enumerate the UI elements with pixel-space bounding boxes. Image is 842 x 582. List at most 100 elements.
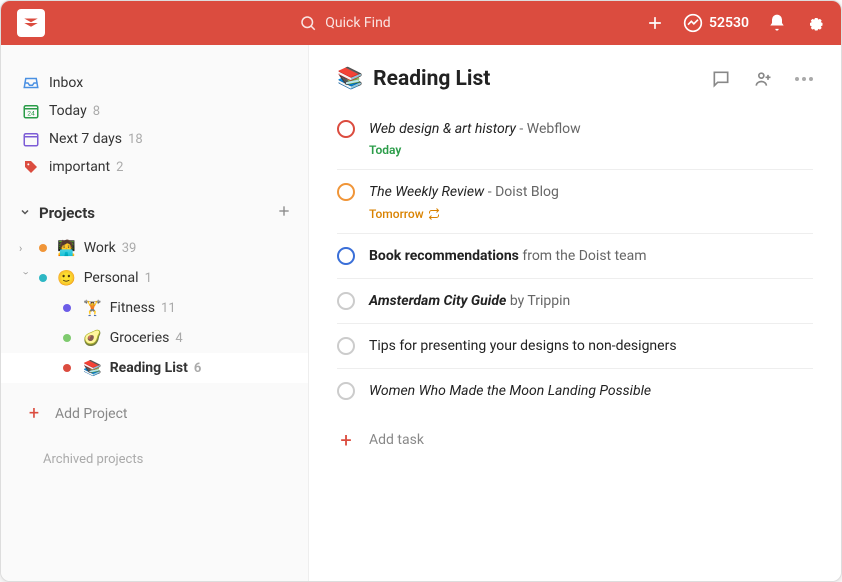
add-task-button[interactable]: + Add task	[337, 414, 813, 466]
project-color-dot	[39, 274, 47, 282]
task-content: The Weekly Review - Doist Blog Tomorrow	[369, 182, 813, 220]
calendar-icon	[21, 130, 41, 148]
app-logo[interactable]	[17, 9, 45, 37]
sidebar-important[interactable]: important 2	[1, 153, 308, 181]
task-row[interactable]: The Weekly Review - Doist Blog Tomorrow	[337, 170, 813, 233]
chevron-right-icon: ›	[19, 242, 33, 255]
chevron-down-icon	[19, 204, 31, 222]
bell-icon[interactable]	[767, 13, 787, 33]
today-count: 8	[93, 104, 100, 119]
task-row[interactable]: Book recommendations from the Doist team	[337, 234, 813, 279]
inbox-icon	[21, 74, 41, 92]
project-groceries[interactable]: 🥑 Groceries 4	[1, 323, 308, 353]
project-work[interactable]: › 🧑‍💻 Work 39	[1, 233, 308, 263]
important-label: important	[49, 159, 110, 175]
task-row[interactable]: Web design & art history - WebflowToday	[337, 107, 813, 170]
project-emoji: 🙂	[57, 269, 76, 287]
task-content: Amsterdam City Guide by Trippin	[369, 291, 813, 311]
sidebar-inbox[interactable]: Inbox	[1, 69, 308, 97]
search-input[interactable]: Quick Find	[299, 14, 390, 32]
project-count: 4	[175, 331, 182, 346]
project-color-dot	[63, 304, 71, 312]
task-row[interactable]: Women Who Made the Moon Landing Possible	[337, 369, 813, 413]
project-fitness[interactable]: 🏋️ Fitness 11	[1, 293, 308, 323]
gear-icon[interactable]	[805, 13, 825, 33]
karma-count: 52530	[709, 15, 749, 31]
today-icon: 24	[21, 102, 41, 120]
svg-text:24: 24	[27, 110, 35, 118]
sidebar-next7[interactable]: Next 7 days 18	[1, 125, 308, 153]
more-icon[interactable]	[795, 77, 813, 81]
sidebar-today[interactable]: 24 Today 8	[1, 97, 308, 125]
title-emoji: 📚	[337, 67, 363, 91]
project-label: Reading List	[110, 360, 188, 376]
sidebar: Inbox 24 Today 8 Next 7 days 18 importan…	[1, 45, 309, 581]
task-checkbox[interactable]	[337, 292, 355, 310]
project-count: 6	[194, 361, 201, 376]
plus-icon: +	[25, 403, 43, 424]
karma-icon	[683, 13, 703, 33]
task-title: The Weekly Review - Doist Blog	[369, 182, 813, 202]
project-color-dot	[39, 244, 47, 252]
task-title: Women Who Made the Moon Landing Possible	[369, 381, 813, 401]
task-content: Web design & art history - WebflowToday	[369, 119, 813, 157]
today-label: Today	[49, 103, 87, 119]
archived-label: Archived projects	[43, 452, 143, 467]
inbox-label: Inbox	[49, 75, 83, 91]
karma-score[interactable]: 52530	[683, 13, 749, 33]
project-color-dot	[63, 334, 71, 342]
task-title: Amsterdam City Guide by Trippin	[369, 291, 813, 311]
main-panel: 📚 Reading List Web design & art history …	[309, 45, 841, 581]
task-checkbox[interactable]	[337, 382, 355, 400]
add-project-icon[interactable]	[276, 203, 292, 223]
add-task-label: Add task	[369, 432, 424, 448]
project-reading-list[interactable]: 📚 Reading List 6	[1, 353, 308, 383]
comment-icon[interactable]	[711, 69, 731, 89]
task-due: Tomorrow	[369, 207, 813, 221]
task-checkbox[interactable]	[337, 183, 355, 201]
project-count: 1	[145, 271, 152, 286]
task-due: Today	[369, 143, 813, 157]
project-label: Groceries	[110, 330, 170, 346]
plus-icon: +	[337, 428, 355, 452]
add-icon[interactable]	[645, 13, 665, 33]
task-title: Tips for presenting your designs to non-…	[369, 336, 813, 356]
project-color-dot	[63, 364, 71, 372]
project-count: 11	[161, 301, 176, 316]
task-list: Web design & art history - WebflowTodayT…	[337, 107, 813, 414]
search-placeholder: Quick Find	[325, 15, 390, 31]
task-checkbox[interactable]	[337, 120, 355, 138]
repeat-icon	[428, 208, 440, 220]
app-window: Quick Find 52530 Inbox 24 Today 8	[0, 0, 842, 582]
body: Inbox 24 Today 8 Next 7 days 18 importan…	[1, 45, 841, 581]
project-personal[interactable]: › 🙂 Personal 1	[1, 263, 308, 293]
add-project-button[interactable]: + Add Project	[1, 393, 308, 434]
important-count: 2	[116, 160, 123, 175]
project-label: Fitness	[110, 300, 155, 316]
tag-icon	[21, 159, 41, 175]
project-count: 39	[122, 241, 137, 256]
task-row[interactable]: Amsterdam City Guide by Trippin	[337, 279, 813, 324]
archived-projects[interactable]: Archived projects	[1, 434, 308, 475]
project-label: Personal	[84, 270, 139, 286]
project-emoji: 🏋️	[83, 299, 102, 317]
share-icon[interactable]	[753, 69, 773, 89]
task-checkbox[interactable]	[337, 247, 355, 265]
projects-label: Projects	[39, 204, 95, 222]
add-project-label: Add Project	[55, 406, 128, 422]
task-content: Tips for presenting your designs to non-…	[369, 336, 813, 356]
task-row[interactable]: Tips for presenting your designs to non-…	[337, 324, 813, 369]
chevron-down-icon: ›	[20, 271, 33, 285]
task-title: Book recommendations from the Doist team	[369, 246, 813, 266]
project-emoji: 🥑	[83, 329, 102, 347]
title-text: Reading List	[373, 67, 490, 91]
topbar: Quick Find 52530	[1, 1, 841, 45]
projects-header[interactable]: Projects	[1, 193, 308, 233]
topbar-actions: 52530	[645, 13, 825, 33]
task-content: Women Who Made the Moon Landing Possible	[369, 381, 813, 401]
main-actions	[711, 69, 813, 89]
task-content: Book recommendations from the Doist team	[369, 246, 813, 266]
page-title: 📚 Reading List	[337, 67, 490, 91]
task-checkbox[interactable]	[337, 337, 355, 355]
next7-count: 18	[128, 132, 143, 147]
